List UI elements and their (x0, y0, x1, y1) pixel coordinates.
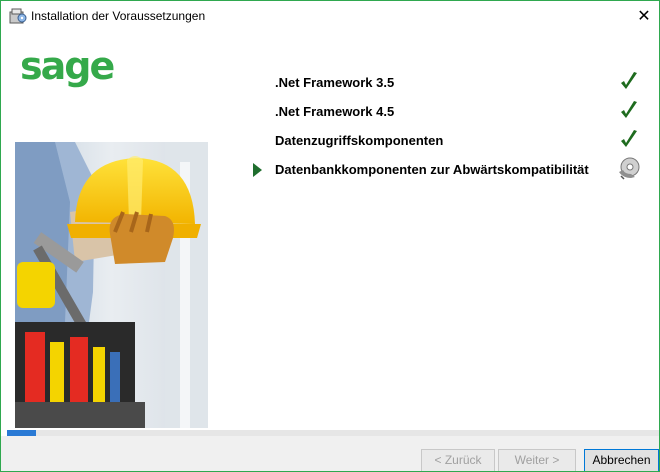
installing-disc-icon (617, 156, 641, 180)
next-button[interactable]: Weiter > (498, 449, 576, 471)
worker-photo (15, 142, 208, 428)
requirement-net-35: .Net Framework 3.5 (251, 69, 646, 95)
title-bar: Installation der Voraussetzungen ✕ (1, 1, 659, 31)
requirement-label: Datenbankkomponenten zur Abwärtskompatib… (275, 162, 589, 177)
checkmark-icon (617, 69, 641, 93)
requirement-label: Datenzugriffskomponenten (275, 133, 444, 148)
requirement-data-access: Datenzugriffskomponenten (251, 127, 646, 153)
window-title: Installation der Voraussetzungen (31, 9, 206, 23)
requirement-label: .Net Framework 4.5 (275, 104, 395, 119)
back-button[interactable]: < Zurück (421, 449, 495, 471)
checkmark-icon (617, 98, 641, 122)
cancel-button[interactable]: Abbrechen (584, 449, 659, 471)
installer-window: Installation der Voraussetzungen ✕ sage (0, 0, 660, 472)
checkmark-icon (617, 127, 641, 151)
requirement-db-compat: Datenbankkomponenten zur Abwärtskompatib… (251, 156, 646, 182)
requirement-label: .Net Framework 3.5 (275, 75, 395, 90)
requirement-net-45: .Net Framework 4.5 (251, 98, 646, 124)
close-button[interactable]: ✕ (629, 1, 659, 31)
button-bar: < Zurück Weiter > Abbrechen (1, 436, 659, 471)
installer-app-icon (9, 8, 27, 24)
current-step-arrow-icon (253, 163, 262, 177)
sage-logo: sage (20, 44, 115, 88)
